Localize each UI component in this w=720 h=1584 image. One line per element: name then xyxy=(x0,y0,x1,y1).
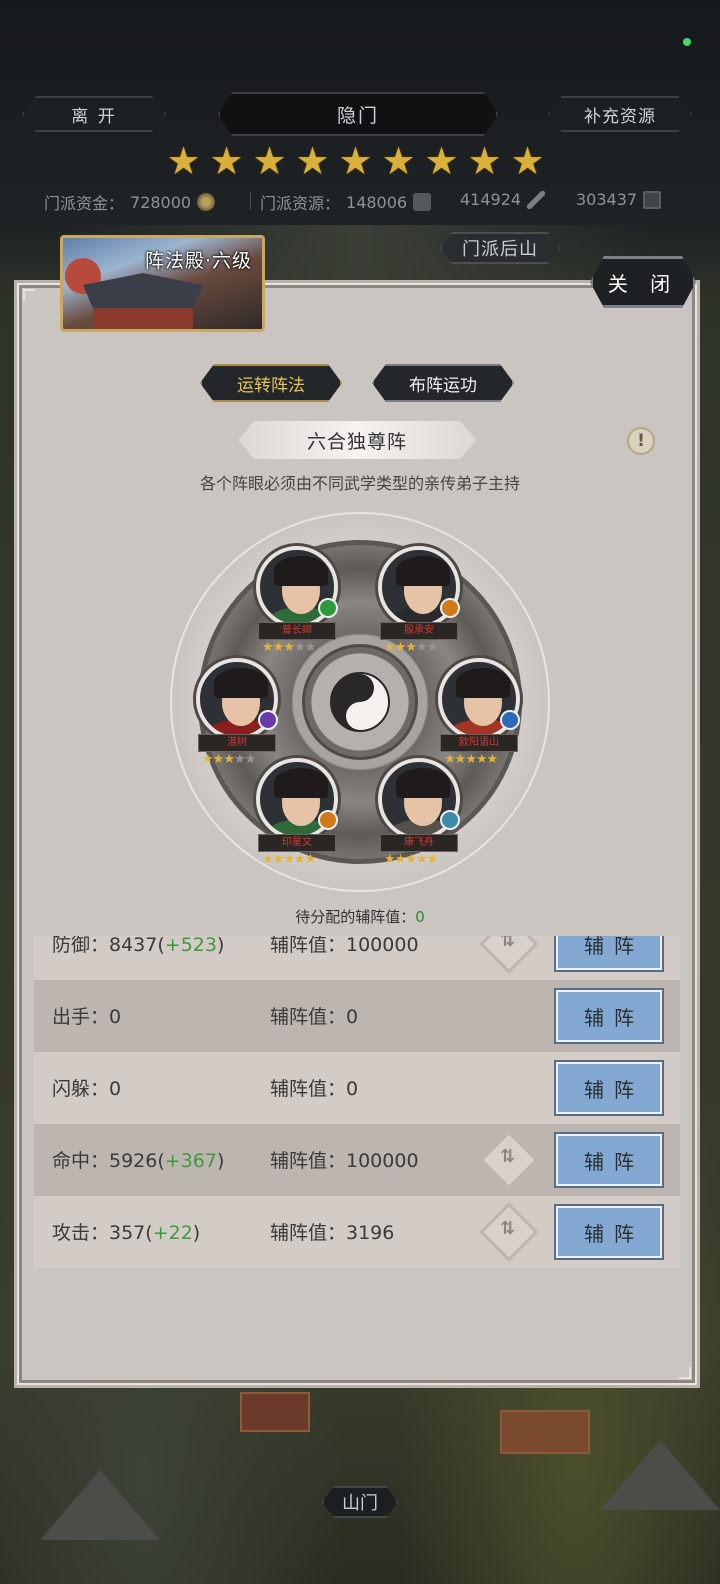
disciple-name: 康飞舟 xyxy=(380,834,458,852)
stat-name: 闪躲：0 xyxy=(52,1078,122,1100)
material-box-value: 303437 xyxy=(576,190,638,209)
stat-row: 出手：0 辅阵值：0 辅阵 xyxy=(34,980,680,1052)
bag-icon xyxy=(413,193,432,211)
swap-icon[interactable]: ⇅ xyxy=(479,1130,539,1190)
star-icon: ★ xyxy=(510,139,545,183)
mountain-decoration xyxy=(40,1470,160,1540)
martial-type-icon xyxy=(500,710,520,730)
stat-bonus: +523 xyxy=(164,936,217,956)
stat-row: 命中：5926(+367) 辅阵值：100000 ⇅ 辅阵 xyxy=(34,1124,680,1196)
mountain-decoration xyxy=(600,1440,720,1510)
material-weapon-value: 414924 xyxy=(460,190,522,209)
coin-icon xyxy=(197,193,216,211)
sect-funds-value: 728000 xyxy=(130,192,192,212)
formation-name: 六合独尊阵 xyxy=(238,421,476,459)
swap-icon[interactable]: ⇅ xyxy=(479,936,539,974)
resupply-button[interactable]: 补充资源 xyxy=(548,96,692,132)
star-icon: ★ xyxy=(252,139,287,183)
disciple-name: 曾长卿 xyxy=(258,622,336,640)
stat-bonus: +22 xyxy=(152,1222,193,1244)
sect-resources: 门派资源： 148006 xyxy=(260,190,432,214)
star-icon: ★ xyxy=(381,139,416,183)
disciple-stars: ★★★★★ xyxy=(384,852,438,867)
stat-table[interactable]: 防御：8437(+523) 辅阵值：100000 ⇅ 辅阵 出手：0 辅阵值：0 辅阵 闪躲：… xyxy=(34,936,680,1268)
back-mountain-label[interactable]: 门派后山 xyxy=(440,232,560,264)
sect-title: 隐门 xyxy=(218,92,498,136)
swap-icon[interactable]: ⇅ xyxy=(479,1202,539,1262)
sect-resources-value: 148006 xyxy=(346,192,408,212)
stat-assist-value: 辅阵值：3196 xyxy=(270,1222,395,1244)
disciple-name: 欧阳语山 xyxy=(440,734,518,752)
stat-row: 闪躲：0 辅阵值：0 辅阵 xyxy=(34,1052,680,1124)
hall-title: 阵法殿·六级 xyxy=(144,250,252,272)
star-icon: ★ xyxy=(166,139,201,183)
stat-name: 命中：5926(+367) xyxy=(52,1150,225,1172)
pending-assist-value: 待分配的辅阵值：0 xyxy=(0,906,720,927)
stat-assist-value: 辅阵值：100000 xyxy=(270,1150,419,1172)
sect-gate-label[interactable]: 山门 xyxy=(322,1486,398,1518)
assist-button[interactable]: 辅阵 xyxy=(556,1206,662,1258)
material-weapon: 414924 xyxy=(460,190,546,209)
sect-rating-stars: ★ ★ ★ ★ ★ ★ ★ ★ ★ xyxy=(165,139,546,183)
martial-type-icon xyxy=(440,810,460,830)
martial-type-icon xyxy=(258,710,278,730)
info-icon[interactable]: ! xyxy=(627,427,655,455)
star-icon: ★ xyxy=(338,139,373,183)
stat-bonus: +367 xyxy=(164,1150,217,1172)
sect-funds: 门派资金： 728000 xyxy=(44,190,216,214)
star-icon: ★ xyxy=(467,139,502,183)
stat-assist-value: 辅阵值：0 xyxy=(270,1006,359,1028)
top-bar: 离 开 隐门 补充资源 ★ ★ ★ ★ ★ ★ ★ ★ ★ 门派资金： 728000 门派资源： 1… xyxy=(0,0,720,225)
assist-button[interactable]: 辅阵 xyxy=(556,936,662,970)
stat-row: 攻击：357(+22) 辅阵值：3196 ⇅ 辅阵 xyxy=(34,1196,680,1268)
assist-button[interactable]: 辅阵 xyxy=(556,1062,662,1114)
disciple-stars: ★★★★★ xyxy=(262,640,316,655)
pending-label: 待分配的辅阵值： xyxy=(295,908,416,926)
disciple-name: 印星文 xyxy=(258,834,336,852)
stat-name: 防御：8437(+523) xyxy=(52,936,225,956)
map-building[interactable] xyxy=(500,1410,590,1454)
sect-funds-label: 门派资金： xyxy=(44,194,125,213)
material-box: 303437 xyxy=(576,190,662,209)
close-button[interactable]: 关 闭 xyxy=(590,256,696,308)
stat-row: 防御：8437(+523) 辅阵值：100000 ⇅ 辅阵 xyxy=(34,936,680,980)
martial-type-icon xyxy=(318,810,338,830)
disciple-stars: ★★★★★ xyxy=(262,852,316,867)
disciple-stars: ★★★★★ xyxy=(384,640,438,655)
tab-run-formation[interactable]: 运转阵法 xyxy=(200,364,342,402)
online-status-icon xyxy=(683,38,691,46)
star-icon: ★ xyxy=(424,139,459,183)
assist-button[interactable]: 辅阵 xyxy=(556,990,662,1042)
stat-name: 出手：0 xyxy=(52,1006,122,1028)
stat-assist-value: 辅阵值：0 xyxy=(270,1078,359,1100)
martial-type-icon xyxy=(318,598,338,618)
formation-rule-text: 各个阵眼必须由不同武学类型的亲传弟子主持 xyxy=(199,474,520,493)
stat-assist-value: 辅阵值：100000 xyxy=(270,936,419,956)
resource-bar: 门派资金： 728000 门派资源： 148006 414924 303437 xyxy=(44,190,684,214)
map-building[interactable] xyxy=(240,1392,310,1432)
stat-name: 攻击：357(+22) xyxy=(52,1222,201,1244)
box-icon xyxy=(643,190,662,209)
disciple-name: 湛树 xyxy=(198,734,276,752)
martial-type-icon xyxy=(440,598,460,618)
disciple-name: 殷承安 xyxy=(380,622,458,640)
assist-button[interactable]: 辅阵 xyxy=(556,1134,662,1186)
sect-resources-label: 门派资源： xyxy=(260,194,341,213)
star-icon: ★ xyxy=(209,139,244,183)
disciple-slot[interactable]: 印星文 ★★★★★ xyxy=(250,758,344,898)
hall-card: 阵法殿·六级 xyxy=(60,235,265,332)
tab-arrange-formation[interactable]: 布阵运功 xyxy=(372,364,514,402)
pending-value: 0 xyxy=(415,908,425,926)
star-icon: ★ xyxy=(295,139,330,183)
sword-icon xyxy=(527,190,546,209)
leave-button[interactable]: 离 开 xyxy=(22,96,166,132)
disciple-slot[interactable]: 康飞舟 ★★★★★ xyxy=(372,758,466,898)
